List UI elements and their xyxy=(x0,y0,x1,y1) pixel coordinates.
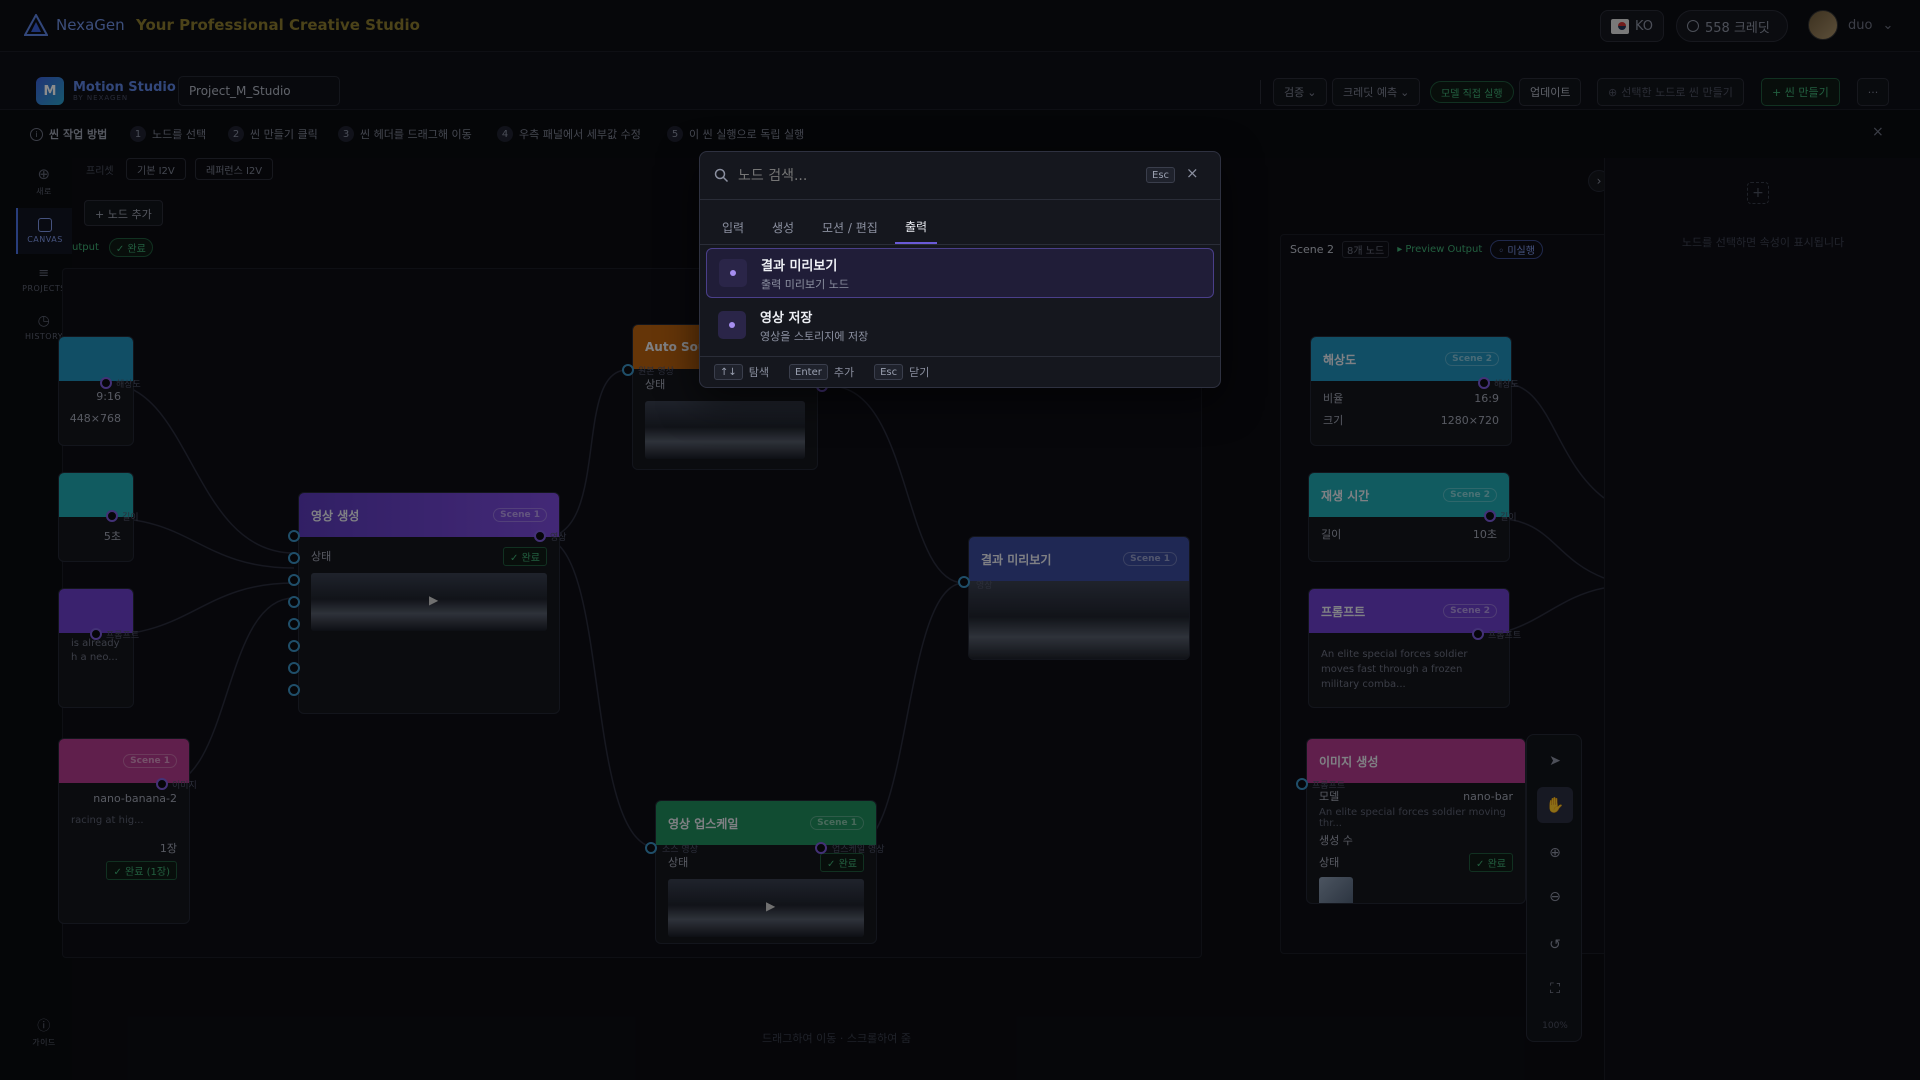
modal-divider xyxy=(700,244,1220,245)
nav-hint-text: 탐색 xyxy=(748,366,770,379)
modal-footer: ↑↓ 탐색 Enter 추가 Esc 닫기 xyxy=(714,364,929,380)
result-item-save-video[interactable]: 영상 저장 영상을 스토리지에 저장 xyxy=(706,300,1214,350)
close-icon[interactable]: × xyxy=(1186,164,1199,182)
node-type-icon xyxy=(719,259,747,287)
result-title: 결과 미리보기 xyxy=(761,258,838,274)
modal-divider xyxy=(700,199,1220,200)
result-description: 영상을 스토리지에 저장 xyxy=(760,329,869,343)
enter-key-hint: Enter xyxy=(789,364,828,380)
node-search-modal: Esc × 입력 생성 모션 / 편집 출력 결과 미리보기 출력 미리보기 노… xyxy=(699,151,1221,388)
node-search-input[interactable] xyxy=(738,162,1118,190)
modal-divider xyxy=(700,356,1220,357)
search-icon xyxy=(714,168,729,183)
result-item-preview[interactable]: 결과 미리보기 출력 미리보기 노드 xyxy=(706,248,1214,298)
tab-input[interactable]: 입력 xyxy=(712,210,754,244)
nav-key-hint: ↑↓ xyxy=(714,364,743,380)
esc-key-hint: Esc xyxy=(1146,167,1176,183)
tab-motion-edit[interactable]: 모션 / 편집 xyxy=(812,210,888,244)
enter-hint-text: 추가 xyxy=(833,366,855,379)
esc-hint-text: 닫기 xyxy=(909,366,930,379)
tab-generate[interactable]: 생성 xyxy=(762,210,804,244)
node-type-icon xyxy=(718,311,746,339)
result-description: 출력 미리보기 노드 xyxy=(761,277,849,291)
result-title: 영상 저장 xyxy=(760,310,813,326)
esc-key-hint: Esc xyxy=(874,364,904,380)
tab-output[interactable]: 출력 xyxy=(895,210,938,244)
